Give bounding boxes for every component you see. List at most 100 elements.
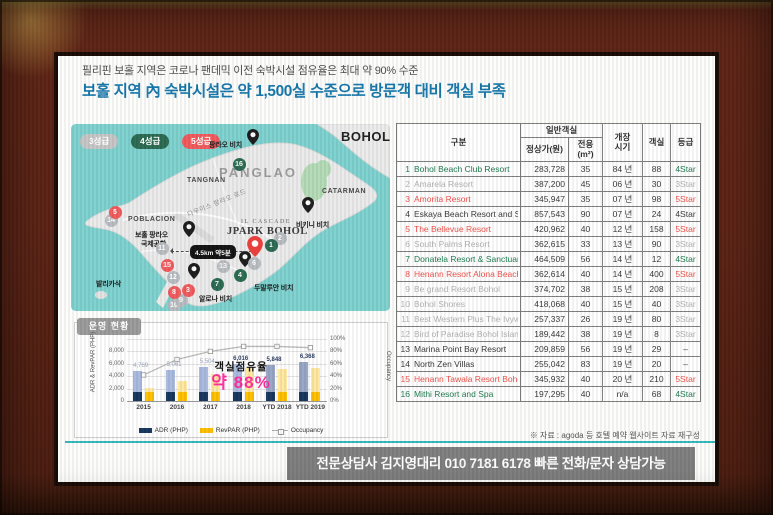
annotation-line2: 약 88%: [211, 373, 271, 393]
area-cell: 40: [568, 265, 603, 282]
resort-table-body: 1 Bohol Beach Club Resort 283,728 35 84 년 88 4…: [396, 160, 701, 402]
col-header-category: 구분: [396, 123, 521, 162]
open-year-cell: 19 년: [602, 310, 643, 327]
chart-legend: ADR (PHP) RevPAR (PHP) Occupancy: [75, 427, 387, 435]
resort-name-wrap: 10 Bohol Shores: [399, 299, 518, 309]
map-pin-16: 16: [232, 157, 246, 171]
resort-name-cell: 13 Marina Point Bay Resort: [396, 340, 521, 357]
area-cell: 38: [568, 280, 603, 297]
resort-name: Henann Tawala Resort Bohol: [414, 373, 518, 384]
price-cell: 257,337: [520, 310, 569, 327]
rooms-cell: 210: [642, 370, 671, 387]
rooms-cell: 20: [642, 355, 671, 372]
open-year-cell: 20 년: [602, 370, 643, 387]
open-year-cell: 12 년: [602, 220, 643, 237]
resort-name-cell: 15 Henann Tawala Resort Bohol: [396, 370, 521, 387]
map-pin-7: 7: [210, 277, 224, 291]
gridline: [127, 351, 327, 353]
adr-bar-base: [232, 391, 242, 401]
slide: 필리핀 보홀 지역은 코로나 팬데믹 이전 숙박시설 점유율은 최대 약 90%…: [58, 56, 715, 482]
table-row: 12 Bird of Paradise Bohol Island 189,442 38…: [396, 325, 701, 342]
grade-cell: 5Star: [670, 370, 701, 387]
resort-name: Mithi Resort and Spa: [414, 388, 494, 399]
rooms-cell: 208: [642, 280, 671, 297]
open-year-cell: 06 년: [602, 175, 643, 192]
area-cell: 33: [568, 235, 603, 252]
framed-poster: 필리핀 보홀 지역은 코로나 팬데믹 이전 숙박시설 점유율은 최대 약 90%…: [0, 0, 773, 515]
open-year-cell: 19 년: [602, 325, 643, 342]
price-cell: 362,614: [520, 265, 569, 282]
grade-cell: 3Star: [670, 295, 701, 312]
right-axis-tick: 100%: [330, 336, 346, 342]
x-axis-tick: YTD 2019: [295, 404, 325, 411]
legend-swatch-occ: [271, 428, 288, 435]
legend-label: Occupancy: [290, 427, 324, 434]
resort-name-wrap: 2 Amarela Resort: [399, 179, 518, 189]
table-row: 5 The Bellevue Resort 420,962 40 12 년 158 5Sta…: [396, 220, 701, 237]
rooms-cell: 8: [642, 325, 671, 342]
resort-name: South Palms Resort: [414, 238, 490, 249]
revpar-bar-base: [144, 391, 154, 401]
grade-cell: 5Star: [670, 220, 701, 237]
grade-cell: 4Star: [670, 160, 701, 177]
table-row: 15 Henann Tawala Resort Bohol 345,932 40 20 …: [396, 370, 701, 387]
resort-name: Henann Resort Alona Beach: [414, 268, 518, 279]
resort-name: The Bellevue Resort: [414, 223, 492, 234]
left-axis-tick: 0: [120, 398, 124, 404]
resort-name-wrap: 16 Mithi Resort and Spa: [399, 389, 518, 399]
col-header-area: 전용(m²): [568, 136, 603, 162]
table-row: 4 Eskaya Beach Resort and Spa857,5439007 …: [396, 205, 701, 222]
right-axis-tick: 20%: [330, 385, 343, 392]
open-year-cell: 07 년: [602, 190, 643, 207]
distance-arrow-left: [167, 248, 173, 254]
table-row: 9 Be grand Resort Bohol 374,702 38 15 년 208 3S…: [396, 280, 701, 297]
grade-cell: 4Star: [670, 205, 701, 222]
legend-pill-4성급: 4성급: [131, 134, 170, 149]
rooms-cell: 12: [642, 250, 671, 267]
open-year-cell: 07 년: [602, 205, 643, 222]
table-row: 1 Bohol Beach Club Resort 283,728 35 84 년 88 4…: [396, 160, 701, 177]
resort-name-cell: 3 Amorita Resort: [396, 190, 521, 207]
open-year-cell: 19 년: [602, 340, 643, 357]
resort-name-cell: 4 Eskaya Beach Resort and Spa: [396, 205, 521, 222]
resort-name-wrap: 12 Bird of Paradise Bohol Island: [399, 329, 518, 339]
area-cell: 40: [568, 370, 603, 387]
grade-cell: 4Star: [670, 385, 701, 402]
resort-name-cell: 5 The Bellevue Resort: [396, 220, 521, 237]
legend-item: ADR (PHP): [138, 427, 188, 434]
rooms-cell: 90: [642, 235, 671, 252]
price-cell: 283,728: [520, 160, 569, 177]
resort-name: North Zen Villas: [414, 358, 475, 369]
resort-name: Best Western Plus The Ivywall Resort: [414, 313, 518, 324]
revpar-bar-base: [211, 391, 221, 401]
legend-item: RevPAR (PHP): [199, 427, 260, 434]
gridline: [127, 401, 327, 402]
beach-pin-icon: [302, 197, 314, 213]
open-year-cell: 14 년: [602, 265, 643, 282]
chart-panel: 운영 현황 ADR & RevPAR (PHP) Occupancy 0% 20%…: [74, 318, 391, 438]
grade-cell: –: [670, 340, 701, 357]
left-axis-tick: 8,000: [108, 348, 124, 355]
adr-bar-base: [199, 391, 209, 401]
revpar-bar-base: [178, 391, 187, 401]
map-label: 팡라오 비치: [209, 142, 242, 149]
contact-banner: 전문상담사 김지영대리 010 7181 6178 빠른 전화/문자 상담가능: [287, 447, 695, 480]
resort-name-cell: 2 Amarela Resort: [396, 175, 521, 192]
resort-name-wrap: 6 South Palms Resort: [399, 239, 518, 249]
map-overlay: 3성급 4성급 5성급 BOHOL 팡라오 비치 PANGLAO TANGNAN CATARM…: [71, 124, 390, 311]
map-label: POBLACION: [128, 216, 176, 223]
col-header-rooms: 객실: [642, 123, 671, 162]
resort-name: Eskaya Beach Resort and Spa: [414, 208, 518, 219]
table-row: 8 Henann Resort Alona Beach 362,614 40 14 년4…: [396, 265, 701, 282]
price-cell: 362,615: [520, 235, 569, 252]
open-year-cell: 15 년: [602, 295, 643, 312]
rooms-cell: 24: [642, 205, 671, 222]
resort-name-cell: 12 Bird of Paradise Bohol Island: [396, 325, 521, 342]
distance-badge: 4.5km 약5분: [190, 245, 236, 259]
resort-number: 14: [400, 358, 410, 369]
area-cell: 40: [568, 385, 603, 402]
map-pin-8: 8: [167, 285, 181, 299]
map-pin-5: 5: [108, 205, 122, 219]
resort-name-cell: 16 Mithi Resort and Spa: [396, 385, 521, 402]
rooms-cell: 88: [642, 160, 671, 177]
